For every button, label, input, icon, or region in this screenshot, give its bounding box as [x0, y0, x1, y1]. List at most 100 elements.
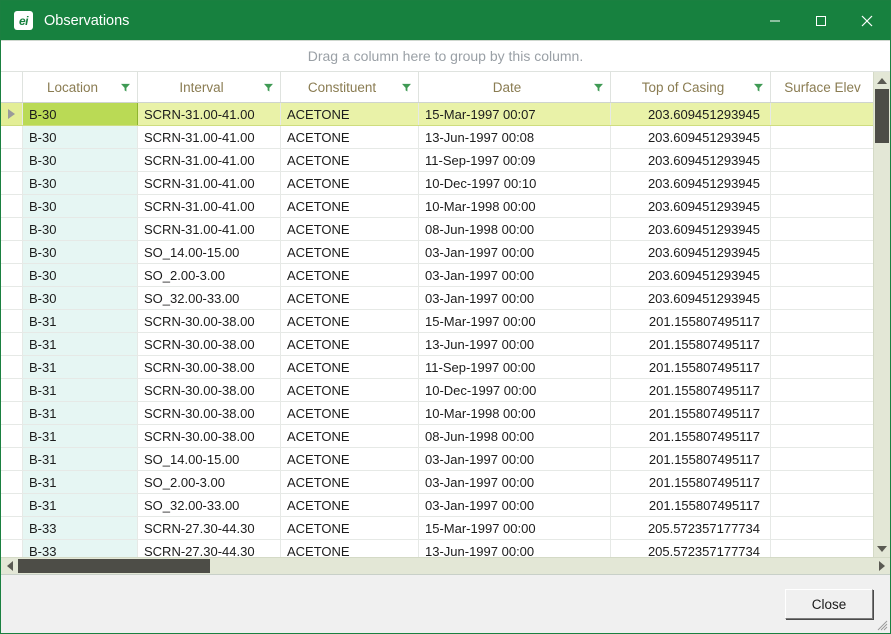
- horizontal-scroll-track[interactable]: [18, 558, 873, 574]
- column-header-date[interactable]: Date: [419, 72, 611, 102]
- cell-surface-elev[interactable]: [771, 310, 873, 332]
- cell-surface-elev[interactable]: [771, 402, 873, 424]
- cell-interval[interactable]: SCRN-30.00-38.00: [138, 379, 281, 401]
- row-indicator-cell[interactable]: [1, 494, 23, 516]
- cell-location[interactable]: B-30: [23, 218, 138, 240]
- cell-top-of-casing[interactable]: 203.609451293945: [611, 172, 771, 194]
- cell-top-of-casing[interactable]: 201.155807495117: [611, 471, 771, 493]
- column-header-location[interactable]: Location: [23, 72, 138, 102]
- cell-surface-elev[interactable]: [771, 218, 873, 240]
- cell-constituent[interactable]: ACETONE: [281, 264, 419, 286]
- cell-constituent[interactable]: ACETONE: [281, 517, 419, 539]
- cell-date[interactable]: 03-Jan-1997 00:00: [419, 494, 611, 516]
- cell-interval[interactable]: SCRN-30.00-38.00: [138, 402, 281, 424]
- cell-top-of-casing[interactable]: 203.609451293945: [611, 264, 771, 286]
- cell-surface-elev[interactable]: [771, 126, 873, 148]
- row-indicator-cell[interactable]: [1, 425, 23, 447]
- table-row[interactable]: B-30SCRN-31.00-41.00ACETONE10-Mar-1998 0…: [1, 195, 873, 218]
- column-header-top-of-casing[interactable]: Top of Casing: [611, 72, 771, 102]
- cell-interval[interactable]: SCRN-30.00-38.00: [138, 333, 281, 355]
- cell-surface-elev[interactable]: [771, 195, 873, 217]
- cell-interval[interactable]: SCRN-30.00-38.00: [138, 356, 281, 378]
- row-indicator-cell[interactable]: [1, 126, 23, 148]
- table-row[interactable]: B-31SCRN-30.00-38.00ACETONE15-Mar-1997 0…: [1, 310, 873, 333]
- group-by-panel[interactable]: Drag a column here to group by this colu…: [1, 41, 890, 72]
- cell-interval[interactable]: SCRN-27.30-44.30: [138, 517, 281, 539]
- cell-constituent[interactable]: ACETONE: [281, 310, 419, 332]
- cell-interval[interactable]: SCRN-31.00-41.00: [138, 103, 281, 125]
- cell-date[interactable]: 10-Dec-1997 00:00: [419, 379, 611, 401]
- filter-icon[interactable]: [402, 83, 411, 92]
- cell-surface-elev[interactable]: [771, 172, 873, 194]
- cell-surface-elev[interactable]: [771, 471, 873, 493]
- scroll-left-button[interactable]: [1, 558, 18, 574]
- filter-icon[interactable]: [264, 83, 273, 92]
- cell-surface-elev[interactable]: [771, 264, 873, 286]
- cell-constituent[interactable]: ACETONE: [281, 356, 419, 378]
- cell-surface-elev[interactable]: [771, 517, 873, 539]
- cell-surface-elev[interactable]: [771, 103, 873, 125]
- row-indicator-cell[interactable]: [1, 517, 23, 539]
- row-indicator-cell[interactable]: [1, 103, 23, 125]
- row-indicator-cell[interactable]: [1, 287, 23, 309]
- filter-icon[interactable]: [594, 83, 603, 92]
- row-indicator-cell[interactable]: [1, 241, 23, 263]
- table-row[interactable]: B-30SCRN-31.00-41.00ACETONE08-Jun-1998 0…: [1, 218, 873, 241]
- table-row[interactable]: B-30SCRN-31.00-41.00ACETONE13-Jun-1997 0…: [1, 126, 873, 149]
- cell-date[interactable]: 11-Sep-1997 00:09: [419, 149, 611, 171]
- cell-date[interactable]: 03-Jan-1997 00:00: [419, 287, 611, 309]
- scroll-down-button[interactable]: [874, 540, 890, 557]
- table-row[interactable]: B-31SO_14.00-15.00ACETONE03-Jan-1997 00:…: [1, 448, 873, 471]
- table-row[interactable]: B-30SO_2.00-3.00ACETONE03-Jan-1997 00:00…: [1, 264, 873, 287]
- cell-date[interactable]: 08-Jun-1998 00:00: [419, 425, 611, 447]
- cell-location[interactable]: B-33: [23, 517, 138, 539]
- table-row[interactable]: B-31SCRN-30.00-38.00ACETONE11-Sep-1997 0…: [1, 356, 873, 379]
- row-indicator-cell[interactable]: [1, 149, 23, 171]
- cell-surface-elev[interactable]: [771, 494, 873, 516]
- cell-top-of-casing[interactable]: 205.572357177734: [611, 517, 771, 539]
- cell-date[interactable]: 13-Jun-1997 00:00: [419, 333, 611, 355]
- cell-location[interactable]: B-30: [23, 195, 138, 217]
- cell-interval[interactable]: SO_14.00-15.00: [138, 448, 281, 470]
- table-row[interactable]: B-31SCRN-30.00-38.00ACETONE13-Jun-1997 0…: [1, 333, 873, 356]
- table-row[interactable]: B-31SO_2.00-3.00ACETONE03-Jan-1997 00:00…: [1, 471, 873, 494]
- cell-interval[interactable]: SCRN-31.00-41.00: [138, 218, 281, 240]
- cell-date[interactable]: 10-Mar-1998 00:00: [419, 402, 611, 424]
- row-indicator-cell[interactable]: [1, 448, 23, 470]
- vertical-scroll-thumb[interactable]: [875, 89, 889, 143]
- cell-interval[interactable]: SO_2.00-3.00: [138, 471, 281, 493]
- cell-location[interactable]: B-31: [23, 494, 138, 516]
- cell-interval[interactable]: SCRN-27.30-44.30: [138, 540, 281, 557]
- cell-interval[interactable]: SO_2.00-3.00: [138, 264, 281, 286]
- row-indicator-cell[interactable]: [1, 310, 23, 332]
- cell-surface-elev[interactable]: [771, 356, 873, 378]
- table-row[interactable]: B-30SCRN-31.00-41.00ACETONE11-Sep-1997 0…: [1, 149, 873, 172]
- cell-interval[interactable]: SCRN-31.00-41.00: [138, 149, 281, 171]
- cell-constituent[interactable]: ACETONE: [281, 540, 419, 557]
- row-indicator-cell[interactable]: [1, 195, 23, 217]
- cell-constituent[interactable]: ACETONE: [281, 126, 419, 148]
- cell-location[interactable]: B-31: [23, 402, 138, 424]
- cell-date[interactable]: 10-Mar-1998 00:00: [419, 195, 611, 217]
- table-row[interactable]: B-31SCRN-30.00-38.00ACETONE10-Mar-1998 0…: [1, 402, 873, 425]
- cell-date[interactable]: 15-Mar-1997 00:00: [419, 310, 611, 332]
- cell-interval[interactable]: SCRN-31.00-41.00: [138, 172, 281, 194]
- cell-date[interactable]: 10-Dec-1997 00:10: [419, 172, 611, 194]
- row-indicator-cell[interactable]: [1, 356, 23, 378]
- cell-constituent[interactable]: ACETONE: [281, 149, 419, 171]
- vertical-scrollbar[interactable]: [873, 72, 890, 557]
- cell-constituent[interactable]: ACETONE: [281, 287, 419, 309]
- row-indicator-cell[interactable]: [1, 172, 23, 194]
- cell-location[interactable]: B-30: [23, 126, 138, 148]
- row-indicator-cell[interactable]: [1, 471, 23, 493]
- cell-surface-elev[interactable]: [771, 149, 873, 171]
- cell-date[interactable]: 15-Mar-1997 00:07: [419, 103, 611, 125]
- cell-date[interactable]: 15-Mar-1997 00:00: [419, 517, 611, 539]
- cell-date[interactable]: 13-Jun-1997 00:08: [419, 126, 611, 148]
- cell-surface-elev[interactable]: [771, 287, 873, 309]
- cell-interval[interactable]: SO_32.00-33.00: [138, 494, 281, 516]
- row-indicator-cell[interactable]: [1, 379, 23, 401]
- horizontal-scroll-thumb[interactable]: [18, 559, 210, 573]
- cell-date[interactable]: 11-Sep-1997 00:00: [419, 356, 611, 378]
- cell-location[interactable]: B-31: [23, 425, 138, 447]
